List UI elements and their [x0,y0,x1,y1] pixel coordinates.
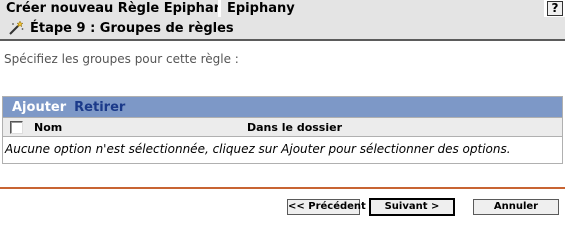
next-button[interactable]: Suivant > [369,198,455,216]
step-title: Étape 9 : Groupes de règles [30,20,234,36]
add-button[interactable]: Ajouter [12,100,66,115]
instruction-text: Spécifiez les groupes pour cette règle : [4,52,239,66]
wand-icon [9,20,24,35]
select-all-checkbox[interactable] [10,120,23,134]
help-button[interactable]: ? [547,1,563,16]
panel-toolbar: Ajouter Retirer [3,97,562,117]
footer-divider [0,187,565,189]
wizard-title: Créer nouveau Règle Epiphany [0,0,218,17]
step-header: Étape 9 : Groupes de règles [0,17,565,39]
remove-button[interactable]: Retirer [74,100,125,115]
table-header: Nom Dans le dossier [3,117,562,137]
column-header-folder[interactable]: Dans le dossier [247,121,342,134]
groups-panel: Ajouter Retirer Nom Dans le dossier Aucu… [2,96,563,164]
app-name: Epiphany [221,0,544,17]
column-header-name[interactable]: Nom [34,121,62,134]
previous-button[interactable]: << Précédent [287,199,366,215]
step-divider [0,39,565,41]
empty-message: Aucune option n'est sélectionnée, clique… [5,142,511,156]
cancel-button[interactable]: Annuler [473,199,559,215]
